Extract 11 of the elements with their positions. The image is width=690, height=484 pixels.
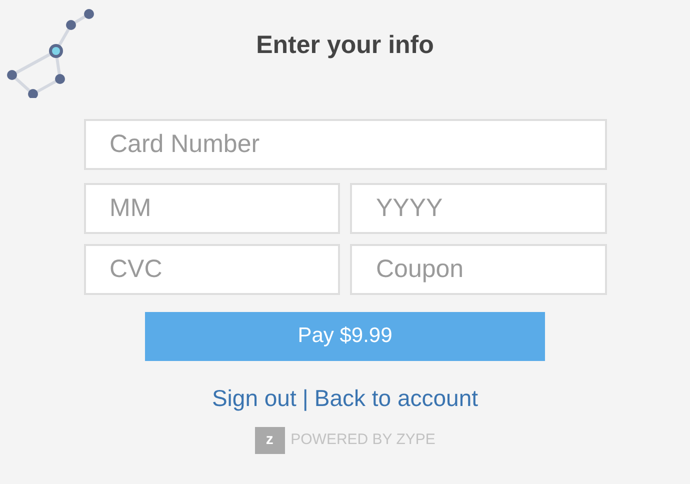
back-to-account-link[interactable]: Back to account xyxy=(314,380,478,415)
input-field[interactable]: Coupon xyxy=(350,244,606,294)
form-title: Enter your info xyxy=(256,30,434,61)
input-field[interactable]: MM xyxy=(84,182,340,234)
input-field[interactable]: CVC xyxy=(84,244,340,294)
sign-out-link[interactable]: Sign out xyxy=(212,380,296,415)
input-field[interactable]: YYYY xyxy=(350,182,606,234)
zype-logo: z xyxy=(254,427,285,454)
input-field[interactable]: Card Number xyxy=(84,118,606,170)
pay-button[interactable]: Pay $9.99 xyxy=(145,312,545,360)
link-separator: | xyxy=(302,384,308,413)
